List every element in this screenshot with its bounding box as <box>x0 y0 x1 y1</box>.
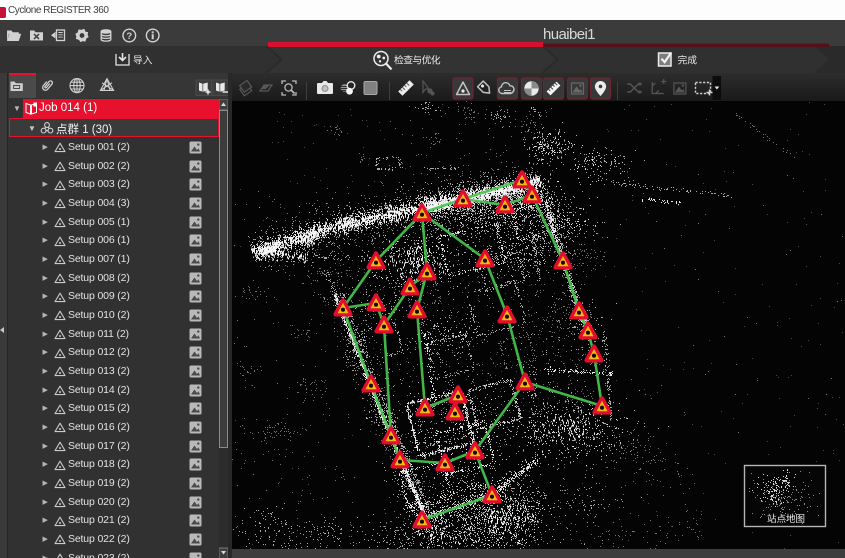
svg-text:检查与优化: 检查与优化 <box>394 53 441 66</box>
svg-text:站点地图: 站点地图 <box>767 513 805 525</box>
svg-text:?: ? <box>126 31 132 42</box>
svg-text:完成: 完成 <box>678 53 698 66</box>
svg-text:导入: 导入 <box>133 54 153 66</box>
